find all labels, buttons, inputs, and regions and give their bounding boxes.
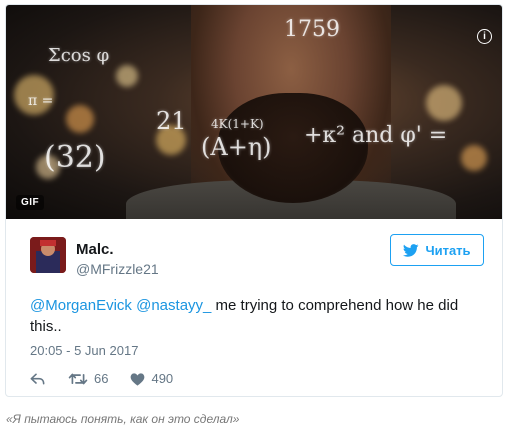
equation-text: +κ² and φ' = <box>304 123 448 148</box>
equation-text: (32) <box>44 140 106 175</box>
retweet-button[interactable]: 66 <box>68 371 108 386</box>
like-count: 490 <box>151 371 174 386</box>
avatar[interactable] <box>30 237 66 273</box>
bokeh-light <box>116 65 138 87</box>
retweet-icon <box>68 373 88 384</box>
heart-icon <box>131 372 145 386</box>
bokeh-light <box>66 105 94 133</box>
follow-button[interactable]: Читать <box>390 234 484 266</box>
tweet-card: 1759 Σcos φ 21 4K(1+K) (A+η) +κ² and φ' … <box>5 4 503 397</box>
bokeh-light <box>461 145 487 171</box>
equation-text: 4K(1+K) <box>211 117 264 131</box>
reply-icon <box>30 373 45 384</box>
retweet-count: 66 <box>94 371 109 386</box>
equation-text: 1759 <box>284 17 340 42</box>
image-caption: «Я пытаюсь понять, как он это сделал» <box>6 412 240 426</box>
mention-link[interactable]: @nastayy_ <box>136 297 211 314</box>
equation-text: π = <box>28 93 54 109</box>
equation-text: 21 <box>156 107 187 135</box>
like-button[interactable]: 490 <box>130 371 173 386</box>
info-icon[interactable]: i <box>477 29 492 44</box>
twitter-bird-icon <box>403 243 419 257</box>
tweet-timestamp[interactable]: 20:05 - 5 Jun 2017 <box>30 343 138 358</box>
gif-media[interactable]: 1759 Σcos φ 21 4K(1+K) (A+η) +κ² and φ' … <box>6 5 502 219</box>
mention-link[interactable]: @MorganEvick <box>30 297 132 314</box>
tweet-text: @MorganEvick @nastayy_ me trying to comp… <box>30 295 480 337</box>
follow-button-label: Читать <box>425 242 471 258</box>
tweet-actions: 66 490 <box>30 371 173 386</box>
display-name[interactable]: Malc. <box>76 241 114 258</box>
bokeh-light <box>426 85 462 121</box>
user-handle[interactable]: @MFrizzle21 <box>76 261 159 277</box>
avatar-image <box>30 237 66 273</box>
gif-badge: GIF <box>16 195 45 210</box>
reply-button[interactable] <box>30 372 46 386</box>
equation-text: Σcos φ <box>48 45 110 66</box>
equation-text: (A+η) <box>201 133 272 161</box>
